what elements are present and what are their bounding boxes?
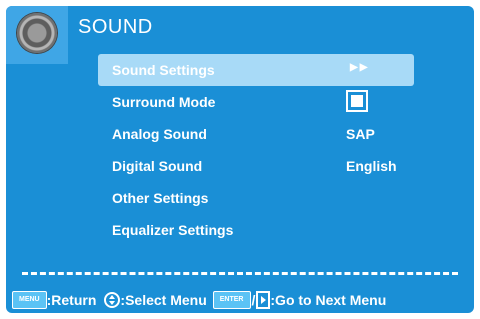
menu-item-value: SAP [346,126,375,142]
speaker-icon [17,13,57,53]
menu-key-icon: MENU [12,291,47,309]
menu-item-label: Analog Sound [112,126,207,142]
menu-item-surround-mode[interactable]: Surround Mode [98,86,414,118]
menu-item-label: Surround Mode [112,94,216,110]
menu-item-label: Sound Settings [112,62,215,78]
page-title: SOUND [78,16,153,38]
menu-item-digital-sound[interactable]: Digital Sound English [98,150,414,182]
sound-menu-panel: SOUND Sound Settings ▶▶ Surround Mode An… [6,6,474,313]
menu-item-label: Digital Sound [112,158,203,174]
header-icon-box [6,6,68,64]
menu-item-analog-sound[interactable]: Analog Sound SAP [98,118,414,150]
select-menu-hint: :Select Menu [120,292,207,308]
next-menu-hint: :Go to Next Menu [270,292,387,308]
double-arrow-icon: ▶▶ [350,62,370,73]
menu-item-other-settings[interactable]: Other Settings [98,182,414,214]
up-down-arrows-icon [104,292,121,308]
menu-item-equalizer-settings[interactable]: Equalizer Settings [98,214,414,246]
menu-item-label: Other Settings [112,190,209,206]
menu-item-label: Equalizer Settings [112,222,234,238]
right-arrow-key-icon [256,291,271,309]
menu-item-sound-settings[interactable]: Sound Settings ▶▶ [98,54,414,86]
checkbox-check-icon [351,95,363,107]
menu-item-value: English [346,158,397,174]
menu-list: Sound Settings ▶▶ Surround Mode Analog S… [98,54,414,246]
return-hint: :Return [46,292,97,308]
enter-key-icon: ENTER [212,291,251,309]
surround-checkbox[interactable] [346,90,368,112]
key-separator: / [251,292,256,308]
footer-help-bar: MENU :Return :Select Menu ENTER / :Go to… [12,289,386,311]
footer-divider [22,272,458,275]
